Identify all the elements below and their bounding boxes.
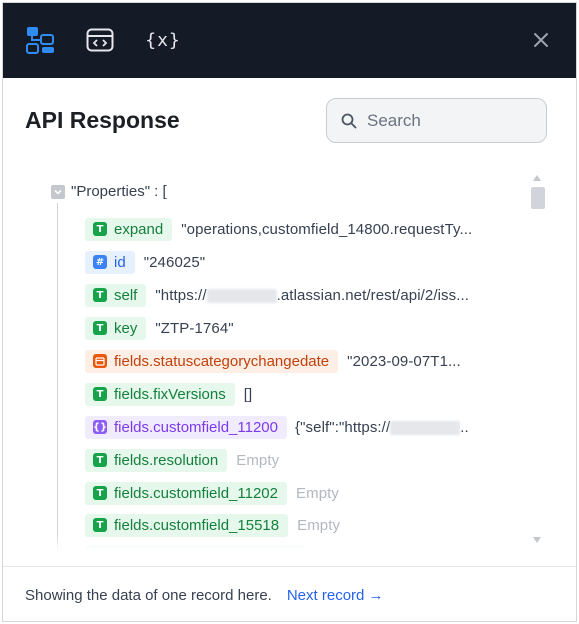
field-chip[interactable]: Tfields.fixVersions [85, 382, 235, 406]
scroll-down-icon[interactable] [533, 537, 541, 543]
field-value: "operations,customfield_14800.requestTy.… [181, 220, 473, 238]
close-icon[interactable] [528, 27, 554, 53]
list-item[interactable]: Tkey "ZTP-1764" [85, 316, 234, 340]
field-chip[interactable]: fields.statuscategorychangedate [85, 349, 339, 373]
object-type-icon: {} [92, 420, 108, 434]
list-item[interactable]: # id "246025" [85, 250, 205, 274]
field-key: expand [114, 220, 164, 238]
field-key: fields.fixVersions [114, 385, 226, 403]
properties-root[interactable]: "Properties" : [ [51, 183, 167, 200]
list-item[interactable]: Tfields.customfield_11202 Empty [85, 481, 339, 505]
field-chip[interactable]: # id [85, 250, 135, 274]
value-prefix: "https:// [155, 286, 207, 304]
text-type-icon: T [93, 321, 107, 335]
scroll-up-icon[interactable] [533, 175, 541, 181]
variables-icon[interactable]: {x} [145, 25, 181, 55]
calendar-icon [93, 354, 107, 368]
text-type-icon: T [93, 387, 107, 401]
list-item[interactable]: fields.statuscategorychangedate "2023-09… [85, 349, 461, 373]
field-chip[interactable]: Texpand [85, 217, 173, 241]
value-prefix: {"self":"https:// [295, 418, 391, 436]
footer-info: Showing the data of one record here. [25, 586, 272, 604]
field-chip[interactable]: Tfields.customfield_15518 [85, 513, 289, 537]
field-value: "https:// .atlassian.net/rest/api/2/iss..… [155, 287, 469, 304]
search-icon [341, 113, 357, 128]
field-key: id [114, 253, 126, 271]
field-key: self [114, 286, 138, 304]
top-toolbar: {x} [3, 3, 576, 78]
field-value: [] [243, 385, 253, 403]
field-key: fields.customfield_11202 [114, 484, 278, 502]
field-value: "2023-09-07T1... [347, 352, 461, 370]
number-type-icon: # [93, 255, 107, 269]
value-suffix: .atlassian.net/rest/api/2/iss... [276, 286, 470, 304]
root-label: "Properties" : [ [71, 183, 167, 200]
variables-label: {x} [145, 29, 181, 51]
search-input[interactable]: Search [326, 98, 547, 143]
text-type-icon: T [93, 518, 107, 532]
list-item[interactable]: Tfields.fixVersions [] [85, 382, 252, 406]
tree-guide-line [57, 203, 58, 551]
redacted-text [390, 420, 461, 435]
field-key: fields.customfield_11200 [114, 418, 278, 436]
list-item[interactable]: Tfields.resolution Empty [85, 448, 279, 472]
redacted-text [206, 288, 277, 303]
field-chip[interactable]: Tfields.resolution [85, 448, 228, 472]
field-chip[interactable]: {} fields.customfield_11200 [85, 415, 287, 439]
field-value: "ZTP-1764" [155, 319, 234, 337]
list-item[interactable]: Texpand "operations,customfield_14800.re… [85, 217, 472, 241]
api-response-panel: {x} API Response Search "Properties" : [… [2, 2, 577, 622]
search-placeholder: Search [367, 110, 421, 130]
value-suffix: .. [460, 418, 469, 436]
field-key: fields.resolution [114, 451, 219, 469]
field-key: fields.statuscategorychangedate [114, 352, 330, 370]
field-value: "246025" [143, 253, 206, 271]
scroll-fade [3, 537, 543, 551]
mapping-icon[interactable] [26, 25, 56, 55]
list-item[interactable]: Tfields.customfield_15518 Empty [85, 513, 340, 537]
list-item[interactable]: Tself "https:// .atlassian.net/rest/api/2… [85, 283, 469, 307]
field-value: Empty [296, 484, 340, 502]
code-view-icon[interactable] [85, 25, 115, 55]
scrollbar-thumb[interactable] [531, 187, 545, 209]
field-chip[interactable]: Tself [85, 283, 147, 307]
text-type-icon: T [93, 486, 107, 500]
field-key: fields.customfield_15518 [114, 516, 280, 534]
page-title: API Response [25, 107, 180, 133]
text-type-icon: T [93, 453, 107, 467]
field-chip[interactable]: Tkey [85, 316, 147, 340]
next-record-link[interactable]: Next record → [287, 587, 384, 604]
list-item[interactable]: {} fields.customfield_11200 {"self":"http… [85, 415, 469, 439]
response-tree: "Properties" : [ Texpand "operations,cus… [3, 173, 543, 551]
text-type-icon: T [93, 288, 107, 302]
field-key: key [114, 319, 138, 337]
field-chip[interactable]: Tfields.customfield_11202 [85, 481, 287, 505]
footer: Showing the data of one record here. Nex… [3, 566, 576, 621]
field-value: {"self":"https://.. [295, 419, 469, 436]
field-value: Empty [297, 516, 341, 534]
text-type-icon: T [93, 222, 107, 236]
field-value: Empty [236, 451, 280, 469]
collapse-icon[interactable] [51, 184, 65, 199]
